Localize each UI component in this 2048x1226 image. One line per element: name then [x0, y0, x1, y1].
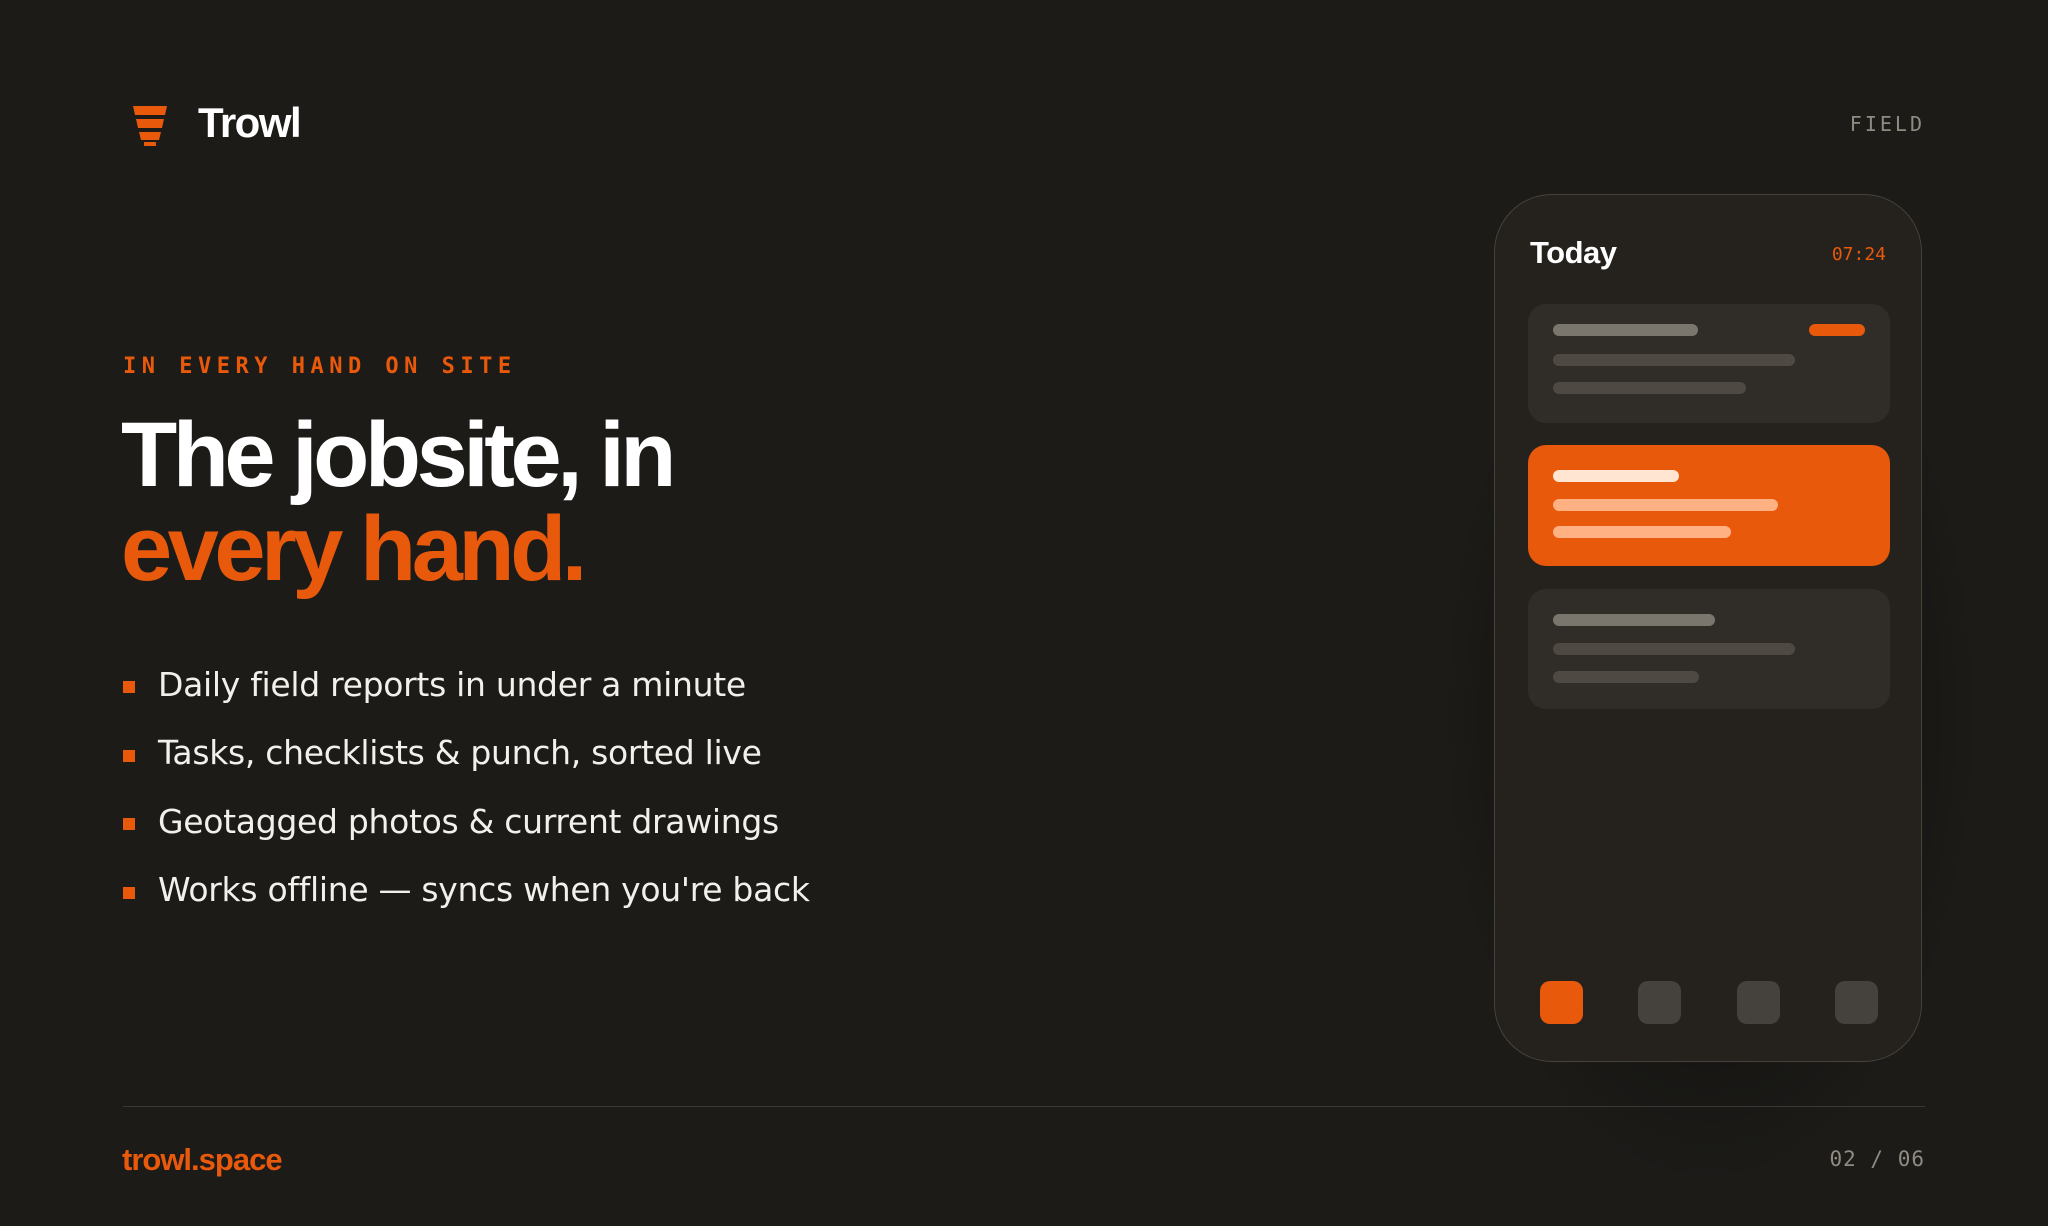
- placeholder-line: [1553, 526, 1731, 538]
- feature-text: Daily field reports in under a minute: [158, 664, 746, 704]
- list-item: Geotagged photos & current drawings: [123, 787, 810, 856]
- bullet-square-icon: [123, 749, 135, 762]
- list-item: Works offline — syncs when you're back: [123, 856, 810, 925]
- bullet-square-icon: [123, 818, 135, 831]
- placeholder-line: [1553, 470, 1679, 482]
- phone-screen-title: Today: [1530, 235, 1617, 270]
- page-indicator: 02 / 06: [1829, 1147, 1925, 1171]
- section-tag: FIELD: [1849, 112, 1925, 136]
- placeholder-line: [1553, 324, 1698, 336]
- task-card[interactable]: [1528, 304, 1890, 423]
- trowel-icon: [133, 106, 167, 146]
- headline-line-1: The jobsite, in: [121, 404, 676, 506]
- placeholder-line: [1553, 671, 1699, 683]
- tab-bar-item-4[interactable]: [1835, 981, 1878, 1024]
- phone-time: 07:24: [1831, 244, 1886, 265]
- tab-bar-item-3[interactable]: [1737, 981, 1780, 1024]
- task-card[interactable]: [1528, 589, 1890, 709]
- tab-bar-item-2[interactable]: [1638, 981, 1681, 1024]
- list-item: Daily field reports in under a minute: [123, 650, 810, 719]
- phone-mockup: Today 07:24: [1494, 194, 1922, 1062]
- feature-text: Geotagged photos & current drawings: [158, 801, 779, 841]
- tab-bar-item-1[interactable]: [1540, 981, 1583, 1024]
- placeholder-line: [1553, 354, 1795, 366]
- brand-name: Trowl: [198, 99, 302, 146]
- status-badge: [1809, 324, 1865, 336]
- feature-text: Tasks, checklists & punch, sorted live: [158, 733, 762, 773]
- placeholder-line: [1553, 499, 1778, 511]
- feature-text: Works offline — syncs when you're back: [158, 870, 810, 910]
- placeholder-line: [1553, 643, 1795, 655]
- feature-list: Daily field reports in under a minute Ta…: [123, 650, 810, 924]
- task-card-highlighted[interactable]: [1528, 445, 1890, 566]
- headline-line-2: every hand.: [121, 498, 587, 600]
- headline: The jobsite, in every hand.: [121, 404, 676, 600]
- eyebrow-label: IN EVERY HAND ON SITE: [123, 354, 517, 379]
- placeholder-line: [1553, 382, 1746, 394]
- footer-divider: [123, 1106, 1925, 1107]
- bullet-square-icon: [123, 886, 135, 899]
- list-item: Tasks, checklists & punch, sorted live: [123, 719, 810, 788]
- bullet-square-icon: [123, 681, 135, 694]
- placeholder-line: [1553, 614, 1715, 626]
- website-link[interactable]: trowl.space: [122, 1140, 283, 1180]
